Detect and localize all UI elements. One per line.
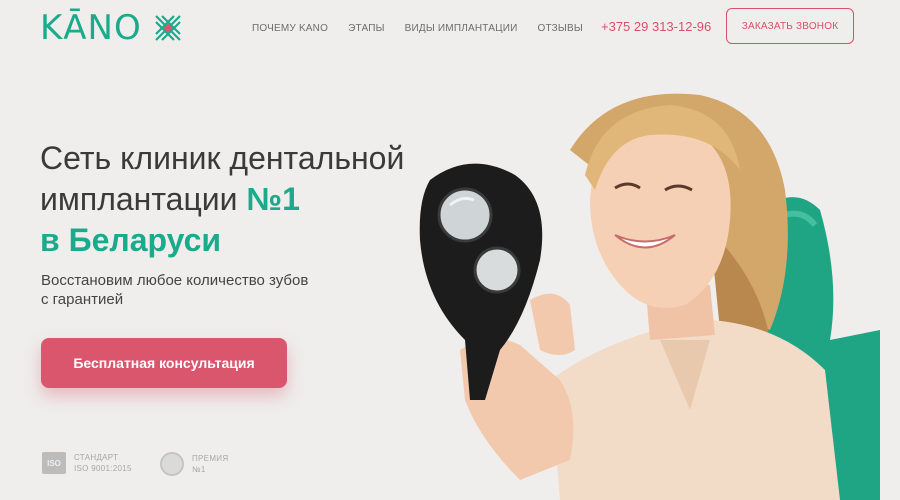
logo-text: KĀNO bbox=[40, 8, 142, 48]
logo[interactable]: KĀNO bbox=[40, 10, 184, 46]
hero-subtitle-line1: Восстановим любое количество зубов bbox=[41, 272, 309, 289]
iso-badge-line1: СТАНДАРТ bbox=[74, 453, 119, 462]
logo-cross-icon bbox=[154, 15, 181, 41]
hero-title-line1: Сеть клиник дентальной bbox=[40, 140, 405, 176]
hero-title: Сеть клиник дентальной имплантации №1 в … bbox=[40, 138, 460, 261]
phone-link[interactable]: +375 29 313-12-96 bbox=[601, 19, 711, 34]
nav-item-reviews[interactable]: ОТЗЫВЫ bbox=[538, 23, 583, 34]
free-consultation-button[interactable]: Бесплатная консультация bbox=[41, 338, 287, 388]
hero-subtitle: Восстановим любое количество зубов с гар… bbox=[41, 271, 361, 309]
hero-subtitle-line2: с гарантией bbox=[41, 291, 124, 308]
hero-title-number: №1 bbox=[246, 181, 300, 217]
iso-icon: ISO bbox=[42, 452, 66, 474]
hero-photo-woman-with-mirror bbox=[419, 93, 880, 500]
hero-title-line3: в Беларуси bbox=[40, 222, 222, 258]
request-call-button[interactable]: ЗАКАЗАТЬ ЗВОНОК bbox=[726, 8, 854, 44]
award-badge: ПРЕМИЯ №1 bbox=[160, 452, 228, 476]
iso-badge-line2: ISO 9001:2015 bbox=[74, 464, 132, 473]
award-badge-line1: ПРЕМИЯ bbox=[192, 454, 229, 463]
nav-item-why-kano[interactable]: ПОЧЕМУ KANO bbox=[252, 23, 328, 34]
iso-badge: ISO СТАНДАРТ ISO 9001:2015 bbox=[42, 452, 132, 474]
award-badge-line2: №1 bbox=[192, 465, 206, 474]
nav-item-stages[interactable]: ЭТАПЫ bbox=[348, 23, 385, 34]
award-icon bbox=[160, 452, 184, 476]
hero-title-line2: имплантации bbox=[40, 181, 247, 217]
nav-item-implant-types[interactable]: ВИДЫ ИМПЛАНТАЦИИ bbox=[405, 23, 518, 34]
main-nav: ПОЧЕМУ KANO ЭТАПЫ ВИДЫ ИМПЛАНТАЦИИ ОТЗЫВ… bbox=[252, 23, 583, 34]
